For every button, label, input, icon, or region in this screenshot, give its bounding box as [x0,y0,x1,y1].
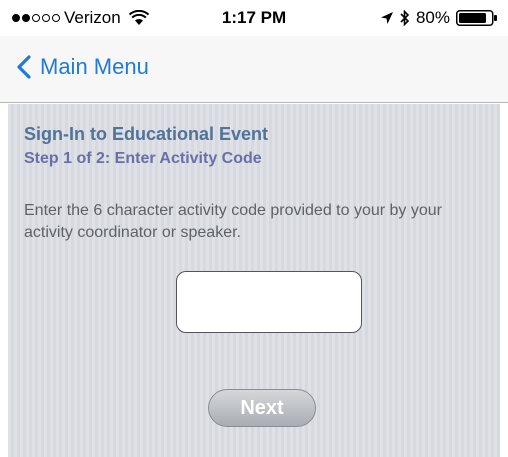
instructions-text: Enter the 6 character activity code prov… [24,202,442,241]
signin-panel: Sign-In to Educational Event Step 1 of 2… [8,104,500,457]
step-subtitle: Step 1 of 2: Enter Activity Code [24,150,262,167]
activity-code-input[interactable] [176,271,362,333]
battery-percent: 80% [415,8,450,27]
page-title: Sign-In to Educational Event [24,124,269,144]
bluetooth-icon [400,10,410,26]
status-right: 80% [380,8,498,28]
next-button[interactable]: Next [208,389,316,427]
back-label: Main Menu [40,54,149,79]
status-bar: Verizon 1:17 PM 80% [0,0,508,36]
navigation-bar: Main Menu [0,36,508,103]
location-arrow-icon [380,12,393,24]
back-button[interactable]: Main Menu [16,54,149,80]
battery-icon [456,10,497,26]
chevron-left-icon [17,55,31,79]
